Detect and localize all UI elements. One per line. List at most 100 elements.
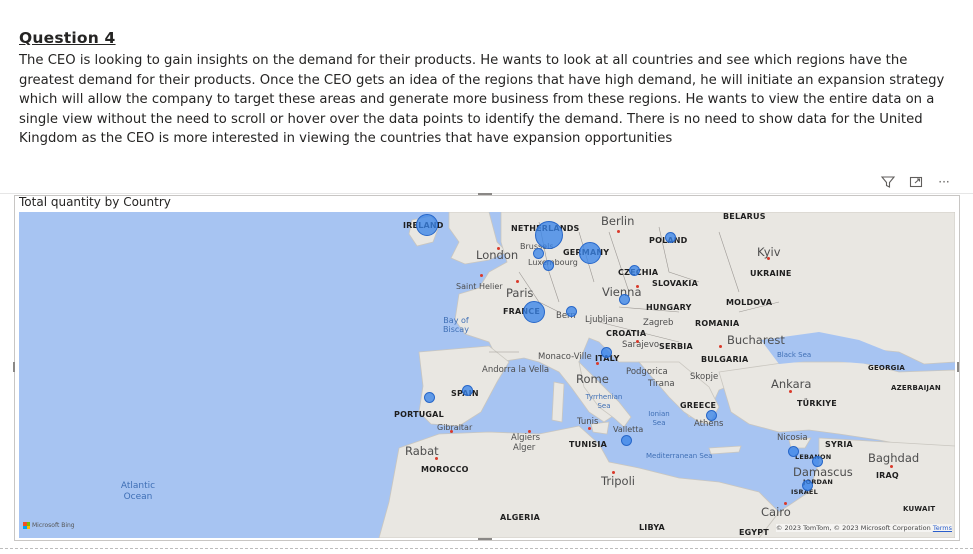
- map-label-city: Skopje: [690, 372, 719, 382]
- map-label-city: Ljubljana: [585, 315, 624, 325]
- map-label-country: GEORGIA: [868, 364, 906, 372]
- filter-icon[interactable]: [877, 172, 899, 192]
- bubble-switzerland[interactable]: [565, 305, 577, 317]
- bubble-cyprus[interactable]: [787, 445, 799, 457]
- map-label-country: MOLDOVA: [726, 298, 773, 307]
- map-label-country: AZERBAIJAN: [891, 384, 941, 392]
- map-label-water: Tyrrhenian Sea: [585, 393, 623, 410]
- visual-header-toolbar: ···: [877, 172, 955, 192]
- map-label-country: SERBIA: [659, 342, 693, 351]
- map-label-city: Paris: [506, 286, 534, 300]
- map-label-country: MOROCCO: [421, 465, 469, 474]
- map-label-country: SLOVAKIA: [652, 279, 698, 288]
- map-label-city: Tirana: [648, 379, 675, 389]
- map-label-water: Mediterranean Sea: [646, 452, 713, 460]
- city-marker: [528, 430, 531, 433]
- map-label-city: Tripoli: [601, 474, 635, 488]
- map-label-water: Atlantic Ocean: [120, 481, 156, 502]
- city-marker: [588, 427, 591, 430]
- map-label-water: Bay of Biscay: [443, 316, 469, 334]
- resize-handle-top[interactable]: [478, 193, 492, 195]
- map-label-country: GREECE: [680, 401, 717, 410]
- map-label-city: Podgorica: [626, 367, 668, 377]
- bubble-netherlands[interactable]: [535, 221, 563, 249]
- map-label-city: Rome: [576, 372, 609, 386]
- visual-title: Total quantity by Country: [19, 195, 171, 209]
- bubble-austria[interactable]: [618, 293, 630, 305]
- map-label-country: ALGERIA: [500, 513, 541, 522]
- microsoft-logo-icon: [23, 522, 30, 529]
- city-marker: [612, 471, 615, 474]
- map-label-water: Black Sea: [777, 351, 812, 359]
- city-marker: [890, 465, 893, 468]
- map-label-city: London: [476, 248, 519, 262]
- resize-handle-right[interactable]: [957, 362, 959, 372]
- map-label-city: Damascus: [793, 465, 853, 479]
- city-marker: [784, 502, 787, 505]
- city-marker: [617, 230, 620, 233]
- map-label-country: BELARUS: [723, 212, 766, 221]
- map-label-city: Algiers: [511, 433, 541, 443]
- map-label-city: Bucharest: [727, 333, 785, 347]
- city-marker: [497, 247, 500, 250]
- map-label-city: Alger: [513, 443, 536, 453]
- city-marker: [480, 274, 483, 277]
- map-label-country: HUNGARY: [646, 303, 692, 312]
- map-label-city: Monaco-Ville: [538, 352, 592, 362]
- map-label-city: Athens: [694, 419, 724, 429]
- bubble-luxembourg[interactable]: [542, 259, 554, 271]
- map-label-country: CROATIA: [606, 329, 647, 338]
- city-marker: [719, 345, 722, 348]
- map-label-country: TÜRKIYE: [797, 399, 837, 408]
- map-label-country: TUNISIA: [569, 440, 607, 449]
- copyright-text: © 2023 TomTom, © 2023 Microsoft Corporat…: [775, 524, 931, 532]
- city-marker: [596, 362, 599, 365]
- map-label-country: EGYPT: [739, 528, 769, 537]
- bubble-map[interactable]: IRELAND NETHERLANDS GERMANY POLAND BELAR…: [19, 212, 955, 538]
- map-label-country: ROMANIA: [695, 319, 740, 328]
- bubble-czechia[interactable]: [628, 264, 640, 276]
- bubble-spain[interactable]: [461, 384, 473, 396]
- terms-link[interactable]: Terms: [933, 524, 952, 532]
- map-label-city: Andorra la Vella: [482, 365, 550, 375]
- city-marker: [636, 285, 639, 288]
- bubble-portugal[interactable]: [423, 391, 435, 403]
- map-label-city: Sarajevo: [622, 340, 660, 350]
- map-label-city: Berlin: [601, 214, 635, 228]
- bubble-malta[interactable]: [620, 434, 632, 446]
- map-label-country: LIBYA: [639, 523, 665, 532]
- bubble-lebanon[interactable]: [811, 455, 823, 467]
- bing-logo: Microsoft Bing: [23, 522, 75, 529]
- more-options-icon[interactable]: ···: [933, 172, 955, 192]
- resize-handle-left[interactable]: [13, 362, 15, 372]
- city-marker: [435, 457, 438, 460]
- city-marker: [767, 257, 770, 260]
- map-label-city: Gibraltar: [437, 423, 473, 432]
- bubble-greece[interactable]: [705, 409, 717, 421]
- map-label-country: KUWAIT: [903, 505, 936, 513]
- map-copyright: © 2023 TomTom, © 2023 Microsoft Corporat…: [775, 524, 952, 532]
- bubble-belgium[interactable]: [532, 247, 544, 259]
- map-label-city: Baghdad: [868, 451, 920, 465]
- bing-label: Microsoft Bing: [32, 522, 75, 529]
- bubble-israel[interactable]: [801, 479, 813, 491]
- city-marker: [789, 390, 792, 393]
- map-label-country: IRAQ: [876, 471, 899, 480]
- page-bottom-divider: [0, 548, 973, 549]
- focus-mode-icon[interactable]: [905, 172, 927, 192]
- map-label-city: Ankara: [771, 377, 812, 391]
- city-marker: [516, 280, 519, 283]
- bubble-poland[interactable]: [664, 231, 676, 243]
- map-label-water: Ionian Sea: [648, 410, 670, 427]
- map-label-country: PORTUGAL: [394, 410, 444, 419]
- city-marker: [636, 340, 639, 343]
- bubble-italy[interactable]: [600, 346, 612, 358]
- resize-handle-bottom[interactable]: [478, 538, 492, 540]
- map-label-city: Rabat: [405, 444, 439, 458]
- map-label-city: Cairo: [761, 505, 791, 519]
- map-label-country: SYRIA: [825, 440, 853, 449]
- map-label-city: Nicosia: [777, 433, 808, 443]
- question-title: Question 4: [19, 29, 116, 47]
- map-label-city: Tunis: [577, 417, 599, 427]
- map-label-city: Zagreb: [643, 318, 674, 328]
